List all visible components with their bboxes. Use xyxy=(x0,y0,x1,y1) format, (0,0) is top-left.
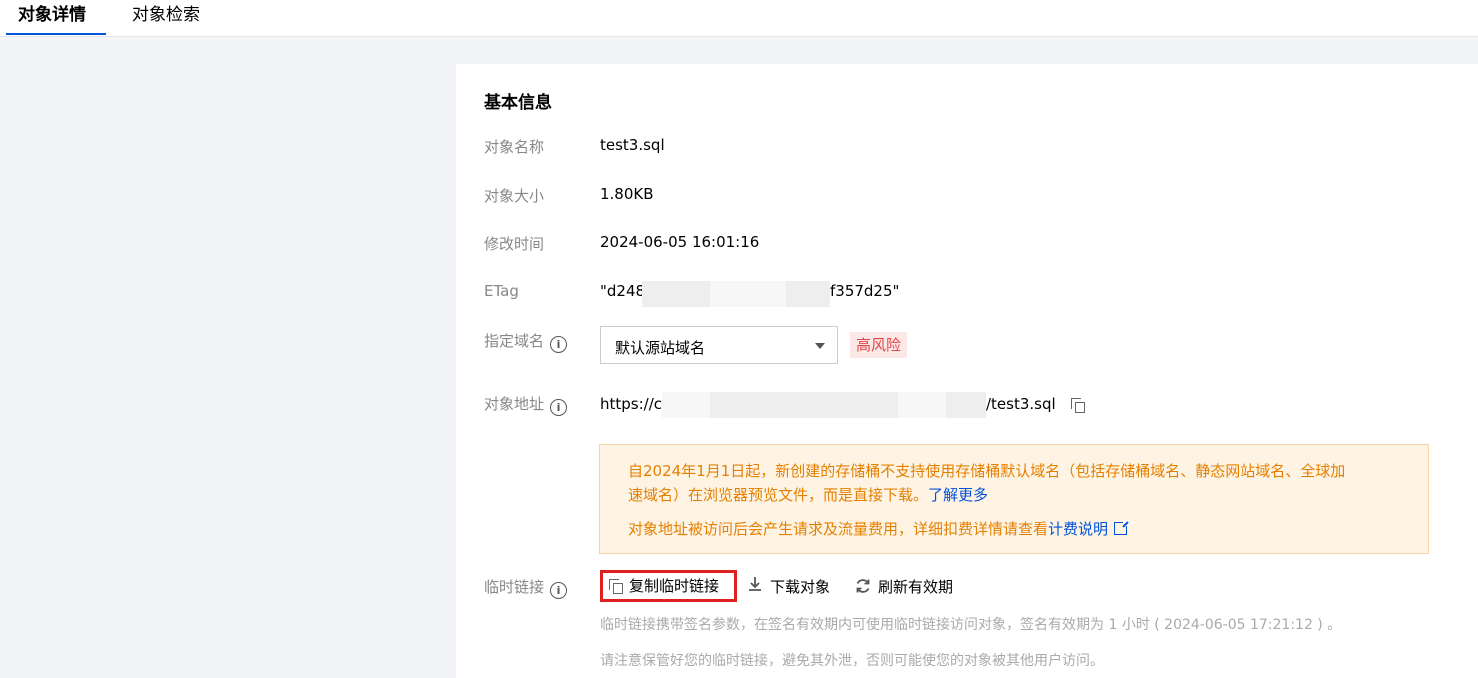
learn-more-link[interactable]: 了解更多 xyxy=(928,486,988,504)
field-label-size: 对象大小 xyxy=(484,187,545,205)
temp-link-help-2: 请注意保管好您的临时链接，避免其外泄，否则可能使您的对象被其他用户访问。 xyxy=(600,653,1104,669)
active-tab-indicator xyxy=(6,33,106,35)
object-detail-panel: 基本信息 对象名称 test3.sql 对象大小 1.80KB 修改时间 202… xyxy=(456,64,1478,678)
field-value-size: 1.80KB xyxy=(600,185,654,203)
domain-select-value: 默认源站域名 xyxy=(615,339,706,357)
notice-line-3-wrap: 对象地址被访问后会产生请求及流量费用，详细扣费详情请查看计费说明 xyxy=(628,517,1130,541)
redaction-mask xyxy=(786,281,830,307)
redaction-mask xyxy=(642,281,710,307)
field-value-modified: 2024-06-05 16:01:16 xyxy=(600,233,760,251)
tab-object-details[interactable]: 对象详情 xyxy=(18,0,86,36)
field-value-address-suffix: /test3.sql xyxy=(986,395,1056,413)
risk-badge: 高风险 xyxy=(850,332,908,358)
field-value-address-prefix: https://c xyxy=(600,395,663,413)
download-label: 下载对象 xyxy=(770,578,831,596)
redaction-mask xyxy=(710,392,756,418)
field-value-etag-suffix: f357d25" xyxy=(830,282,900,300)
temp-link-help-1: 临时链接携带签名参数，在签名有效期内可使用临时链接访问对象，签名有效期为 1 小… xyxy=(600,617,1342,633)
download-object-button[interactable]: 下载对象 xyxy=(748,571,830,603)
external-link-icon[interactable] xyxy=(1114,520,1130,535)
notice-line-2-wrap: 速域名）在浏览器预览文件，而是直接下载。了解更多 xyxy=(628,483,988,507)
field-label-temp-link: 临时链接 i xyxy=(484,576,568,599)
tab-bar: 对象详情 对象检索 xyxy=(0,0,1478,37)
chevron-down-icon xyxy=(815,343,825,349)
redaction-mask xyxy=(710,281,786,307)
redaction-mask xyxy=(662,392,710,418)
field-value-name: test3.sql xyxy=(600,136,665,154)
refresh-icon xyxy=(854,571,872,603)
redaction-mask xyxy=(852,392,898,418)
field-label-modified: 修改时间 xyxy=(484,235,545,253)
notice-line-2: 速域名）在浏览器预览文件，而是直接下载。 xyxy=(628,486,929,504)
info-icon[interactable]: i xyxy=(550,336,568,353)
refresh-validity-button[interactable]: 刷新有效期 xyxy=(854,571,953,603)
download-icon xyxy=(748,571,762,603)
redaction-mask xyxy=(756,392,852,418)
field-label-address: 对象地址 i xyxy=(484,393,568,416)
notice-line-3: 对象地址被访问后会产生请求及流量费用，详细扣费详情请查看 xyxy=(628,520,1049,538)
redaction-mask xyxy=(898,392,946,418)
copy-icon xyxy=(609,579,623,594)
copy-icon[interactable] xyxy=(1071,398,1085,413)
address-label-text: 对象地址 xyxy=(484,395,545,413)
refresh-label: 刷新有效期 xyxy=(878,578,954,596)
field-label-name: 对象名称 xyxy=(484,138,545,156)
domain-label-text: 指定域名 xyxy=(484,332,545,350)
notice-box: 自2024年1月1日起，新创建的存储桶不支持使用存储桶默认域名（包括存储桶域名、… xyxy=(599,444,1429,554)
copy-temp-link-button[interactable]: 复制临时链接 xyxy=(600,570,737,602)
info-icon[interactable]: i xyxy=(550,399,568,416)
field-label-domain: 指定域名 i xyxy=(484,330,568,353)
tab-object-search[interactable]: 对象检索 xyxy=(132,0,200,36)
temp-link-label-text: 临时链接 xyxy=(484,578,545,596)
redaction-mask xyxy=(946,392,986,418)
copy-temp-link-label: 复制临时链接 xyxy=(629,577,720,595)
field-label-etag: ETag xyxy=(484,282,519,300)
billing-link[interactable]: 计费说明 xyxy=(1048,520,1108,538)
field-value-etag-prefix: "d248 xyxy=(600,282,646,300)
notice-line-1: 自2024年1月1日起，新创建的存储桶不支持使用存储桶默认域名（包括存储桶域名、… xyxy=(628,462,1346,480)
domain-select[interactable]: 默认源站域名 xyxy=(600,326,838,364)
info-icon[interactable]: i xyxy=(550,582,568,599)
section-title: 基本信息 xyxy=(484,93,552,113)
